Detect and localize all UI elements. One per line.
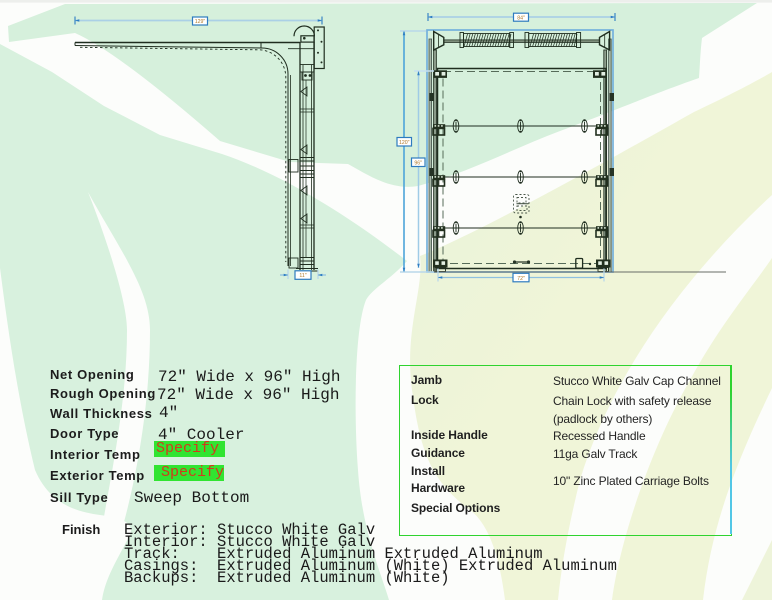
svg-text:72": 72" <box>517 276 525 282</box>
svg-text:129": 129" <box>195 19 206 25</box>
svg-text:11": 11" <box>299 273 306 279</box>
svg-text:120": 120" <box>399 140 410 146</box>
svg-text:96": 96" <box>414 161 422 167</box>
svg-text:84": 84" <box>517 15 525 21</box>
